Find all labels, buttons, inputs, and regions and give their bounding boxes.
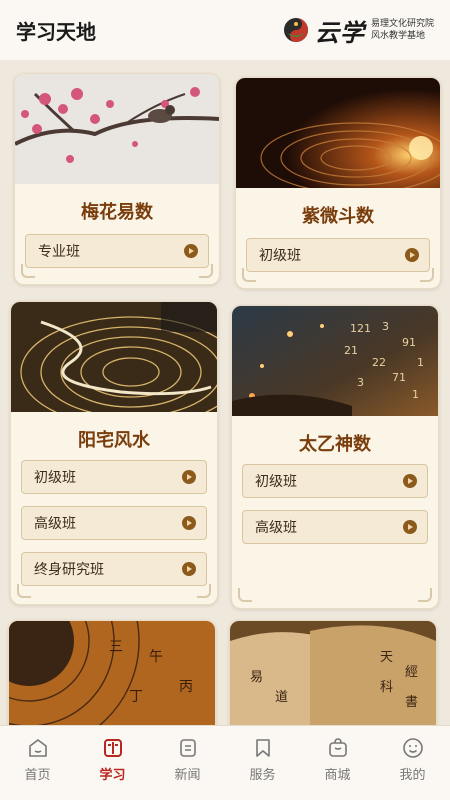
cosmic-numbers-image: 121 3 91 21 22 71 3 1 1: [232, 306, 438, 416]
svg-text:71: 71: [392, 371, 406, 384]
class-label: 初级班: [34, 470, 76, 486]
svg-text:丙: 丙: [179, 679, 193, 695]
tab-label: 首页: [24, 768, 51, 783]
tab-label: 商城: [324, 768, 351, 783]
tab-label: 学习: [99, 768, 126, 783]
svg-text:書: 書: [405, 695, 418, 710]
home-icon: [28, 739, 47, 757]
course-card[interactable]: 三午丙丁: [8, 620, 216, 725]
arrow-right-icon: [403, 520, 417, 534]
course-card[interactable]: 121 3 91 21 22 71 3 1 1 太乙神数 初级班 高级班: [231, 305, 439, 609]
tab-news[interactable]: 新闻: [158, 736, 218, 783]
glowing-compass-image: [236, 78, 440, 188]
brand-subtitle-line1: 易理文化研究院: [370, 19, 434, 29]
svg-text:易: 易: [250, 670, 263, 685]
corner-ornament: [420, 268, 434, 282]
svg-text:21: 21: [344, 344, 358, 357]
corner-ornament: [199, 264, 213, 278]
arrow-right-icon: [182, 470, 196, 484]
tab-service[interactable]: 服务: [233, 736, 293, 783]
tab-home[interactable]: 首页: [8, 736, 68, 783]
arrow-right-icon: [182, 562, 196, 576]
svg-text:丁: 丁: [129, 689, 143, 705]
class-button[interactable]: 初级班: [246, 238, 430, 272]
brand-logo: 云学 易理文化研究院 风水教学基地: [283, 13, 434, 48]
brand-subtitle-line2: 风水教学基地: [370, 31, 425, 41]
svg-text:午: 午: [149, 649, 163, 665]
arrow-right-icon: [184, 244, 198, 258]
svg-text:91: 91: [402, 336, 416, 349]
class-button[interactable]: 初级班: [21, 460, 207, 494]
page-title: 学习天地: [16, 19, 96, 44]
svg-text:天: 天: [380, 650, 393, 665]
class-button[interactable]: 初级班: [242, 464, 428, 498]
class-label: 专业班: [38, 244, 80, 260]
arrow-right-icon: [182, 516, 196, 530]
class-button[interactable]: 高级班: [21, 506, 207, 540]
plum-blossom-image: [15, 74, 219, 184]
profile-icon: [402, 738, 423, 758]
class-button[interactable]: 终身研究班: [21, 552, 207, 586]
class-button[interactable]: 高级班: [242, 510, 428, 544]
brand-name: 云学: [314, 17, 365, 47]
svg-text:3: 3: [382, 320, 389, 333]
corner-ornament: [21, 264, 35, 278]
brand-subtitle: 易理文化研究院 风水教学基地: [371, 18, 434, 42]
course-title: 紫微斗数: [302, 206, 374, 227]
course-grid: 梅花易数 专业班 紫微斗数 初级班 阳宅风水 初级班 高级班 终身研究班 121…: [0, 60, 450, 725]
class-label: 高级班: [255, 520, 297, 536]
shop-icon: [328, 738, 347, 757]
svg-text:經: 經: [405, 665, 418, 680]
tab-label: 新闻: [174, 768, 201, 783]
ancient-books-image: 天經科 書 易道: [230, 621, 436, 725]
class-label: 高级班: [34, 516, 76, 532]
arrow-right-icon: [403, 474, 417, 488]
svg-text:科: 科: [380, 680, 393, 695]
course-card[interactable]: 阳宅风水 初级班 高级班 终身研究班: [10, 301, 218, 605]
class-label: 终身研究班: [34, 562, 104, 578]
corner-ornament: [242, 268, 256, 282]
yin-yang-logo-icon: [283, 18, 308, 42]
corner-ornament: [418, 588, 432, 602]
class-button[interactable]: 专业班: [25, 234, 209, 268]
svg-text:道: 道: [275, 690, 288, 705]
svg-text:三: 三: [109, 639, 123, 655]
class-label: 初级班: [259, 248, 301, 264]
luopan-compass-image: [11, 302, 217, 412]
golden-compass-closeup-image: 三午丙丁: [9, 621, 215, 725]
tab-label: 服务: [249, 768, 276, 783]
svg-text:1: 1: [412, 388, 419, 401]
corner-ornament: [17, 584, 31, 598]
app-header: 学习天地 云学 易理文化研究院 风水教学基地: [0, 0, 450, 60]
course-card[interactable]: 梅花易数 专业班: [14, 73, 220, 285]
bottom-tab-bar: 首页 学习 新闻 服务 商城 我的: [0, 725, 450, 800]
course-card[interactable]: 天經科 書 易道: [229, 620, 437, 725]
svg-text:3: 3: [357, 376, 364, 389]
tab-profile[interactable]: 我的: [383, 736, 443, 783]
news-icon: [179, 739, 196, 757]
course-title: 阳宅风水: [78, 430, 150, 451]
course-card[interactable]: 紫微斗数 初级班: [235, 77, 441, 289]
tab-shop[interactable]: 商城: [308, 736, 368, 783]
corner-ornament: [197, 584, 211, 598]
book-icon: [103, 739, 122, 757]
svg-text:22: 22: [372, 356, 386, 369]
course-title: 梅花易数: [81, 202, 153, 223]
course-title: 太乙神数: [299, 434, 371, 455]
svg-text:1: 1: [417, 356, 424, 369]
tab-label: 我的: [399, 768, 426, 783]
arrow-right-icon: [405, 248, 419, 262]
bookmark-icon: [255, 739, 270, 757]
corner-ornament: [238, 588, 252, 602]
tab-study[interactable]: 学习: [83, 736, 143, 783]
class-label: 初级班: [255, 474, 297, 490]
svg-text:121: 121: [350, 322, 371, 335]
